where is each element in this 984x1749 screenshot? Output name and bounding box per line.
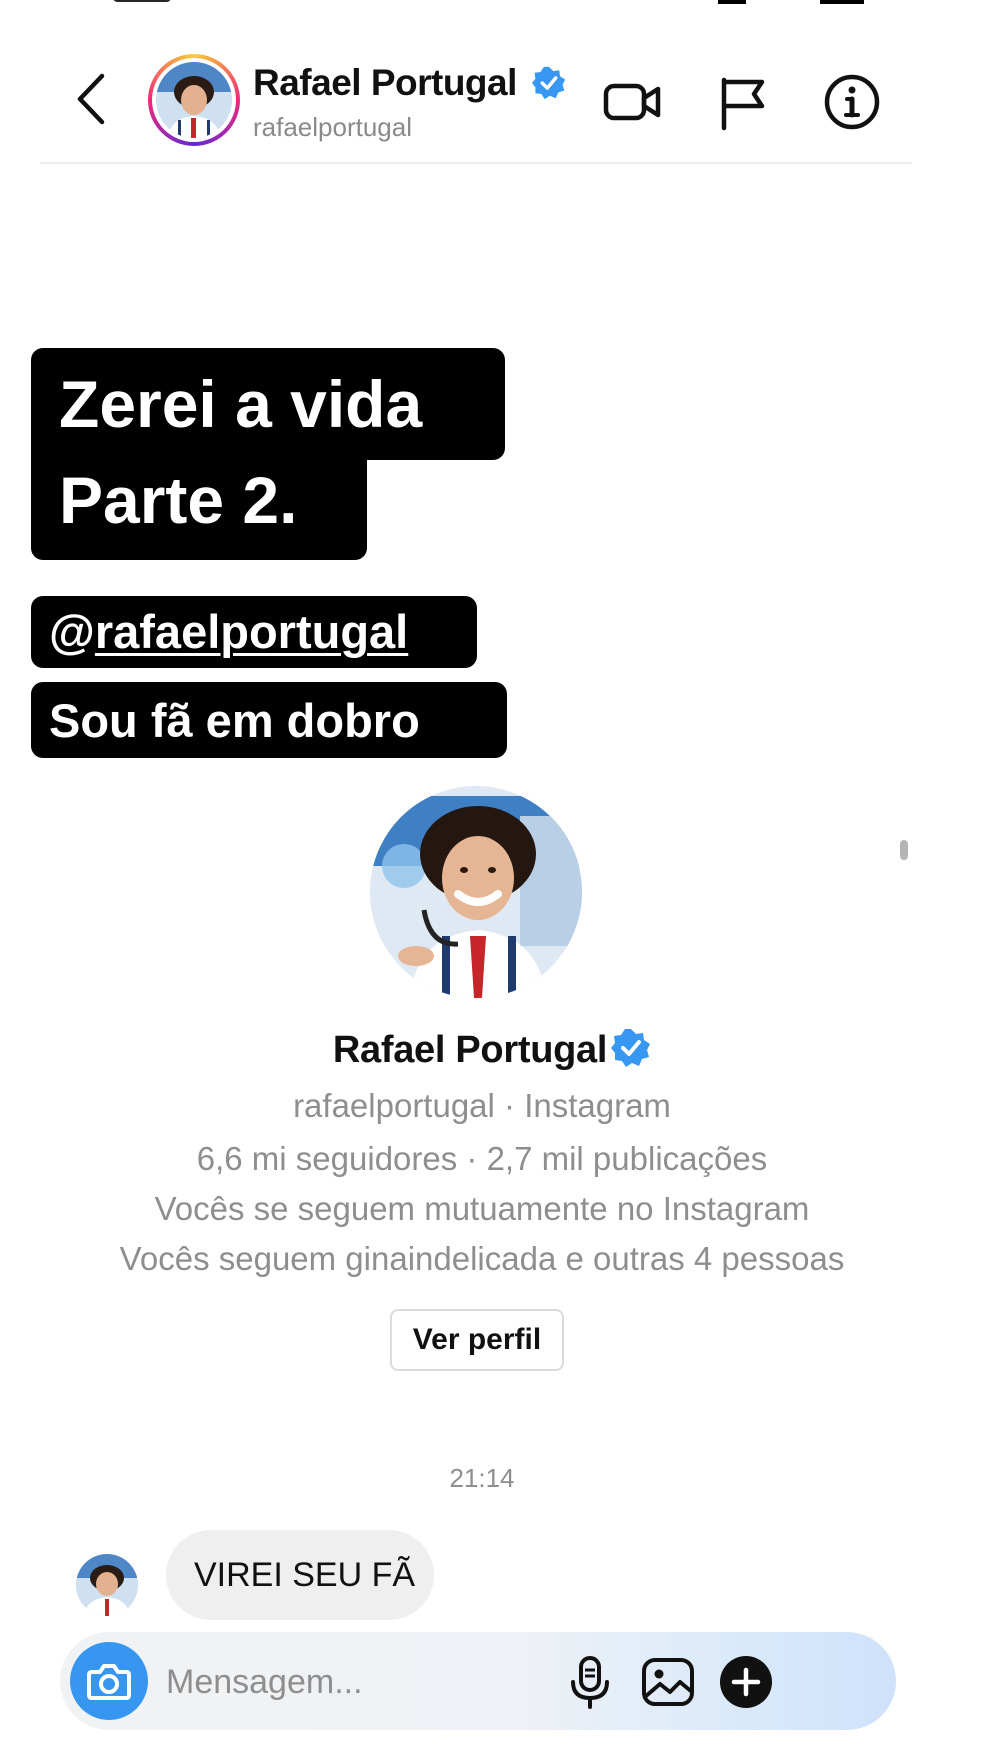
story-line-2: Parte 2. — [31, 448, 367, 560]
profile-card-mutual: Vocês se seguem mutuamente no Instagram — [154, 1190, 810, 1227]
profile-card-avatar[interactable] — [370, 786, 582, 998]
header-avatar[interactable] — [148, 54, 240, 146]
header-divider — [40, 162, 912, 164]
profile-card-name-text: Rafael Portugal — [332, 1029, 608, 1071]
gallery-button[interactable] — [638, 1652, 698, 1712]
view-profile-button[interactable]: Ver perfil — [390, 1309, 564, 1371]
flag-icon — [721, 77, 765, 131]
header-username: rafaelportugal — [253, 112, 412, 142]
chevron-left-icon — [77, 73, 105, 125]
more-actions-button[interactable] — [716, 1652, 776, 1712]
message-timestamp: 21:14 — [449, 1463, 515, 1493]
profile-card-source: rafaelportugal · Instagram — [293, 1087, 671, 1124]
info-icon — [824, 74, 880, 130]
story-line-4: Sou fã em dobro — [31, 682, 507, 758]
camera-icon — [87, 1664, 131, 1700]
info-button[interactable] — [820, 70, 884, 134]
voice-message-button[interactable] — [560, 1652, 620, 1712]
story-mention[interactable]: @rafaelportugal — [31, 596, 477, 668]
image-icon — [642, 1658, 694, 1706]
scrollbar[interactable] — [900, 840, 908, 860]
profile-photo — [370, 786, 582, 998]
sender-avatar[interactable] — [76, 1554, 138, 1616]
message-input[interactable] — [164, 1650, 608, 1714]
avatar-photo — [76, 1554, 138, 1616]
mention-at-sign: @ — [49, 605, 95, 658]
report-button[interactable] — [710, 70, 774, 134]
story-line-1: Zerei a vida — [31, 348, 505, 460]
back-button[interactable] — [68, 70, 116, 128]
video-call-button[interactable] — [600, 70, 664, 134]
verified-badge-icon — [611, 1029, 651, 1067]
camera-button[interactable] — [70, 1642, 148, 1720]
avatar-photo — [156, 62, 232, 138]
profile-card-name: Rafael Portugal — [0, 1028, 984, 1072]
microphone-icon — [571, 1656, 609, 1709]
profile-card-followed-by: Vocês seguem ginaindelicada e outras 4 p… — [119, 1240, 845, 1277]
mention-username: rafaelportugal — [94, 605, 409, 658]
verified-badge-icon — [532, 66, 566, 100]
header-name[interactable]: Rafael Portugal — [253, 62, 517, 104]
profile-card-stats: 6,6 mi seguidores · 2,7 mil publicações — [196, 1140, 768, 1177]
message-composer — [60, 1632, 896, 1730]
message-bubble[interactable]: VIREI SEU FÃ — [166, 1530, 434, 1620]
plus-circle-icon — [720, 1656, 772, 1708]
chat-header: Rafael Portugal rafaelportugal — [0, 0, 984, 165]
video-camera-icon — [603, 83, 661, 121]
